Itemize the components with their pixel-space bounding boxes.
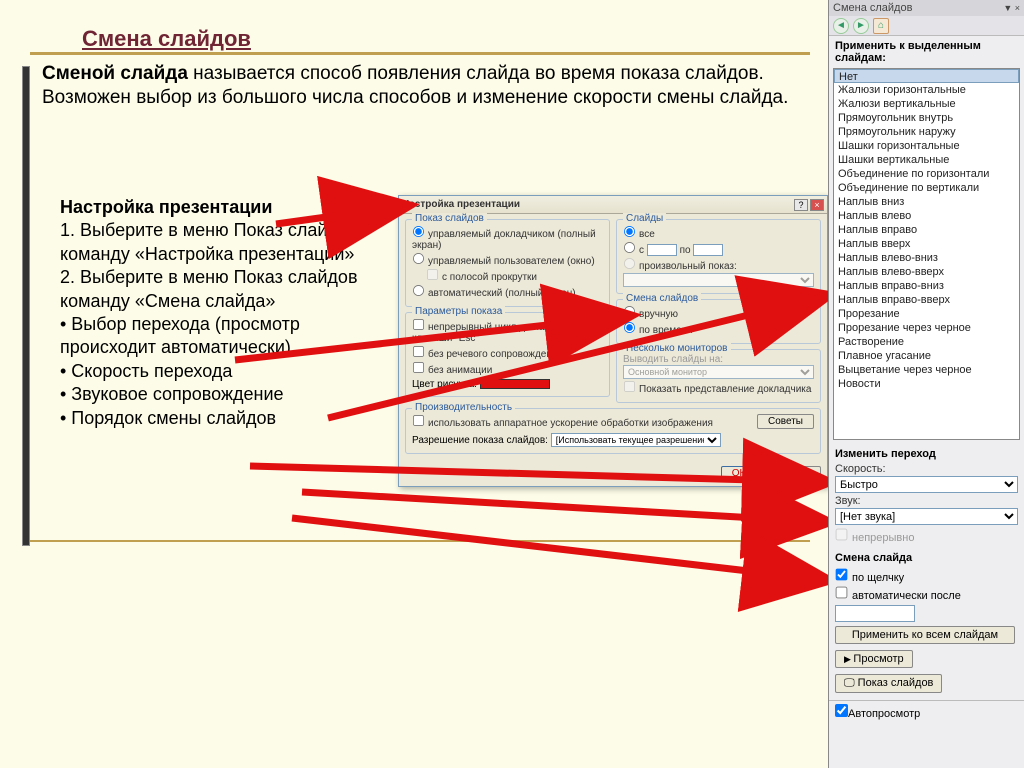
list-item[interactable]: Прямоугольник наружу	[834, 125, 1019, 139]
tips-button[interactable]: Советы	[757, 414, 814, 429]
checkbox-no-voice[interactable]: без речевого сопровождения	[412, 345, 603, 360]
checkbox-on-click[interactable]: по щелчку	[835, 572, 904, 584]
list-item[interactable]: Плавное угасание	[834, 349, 1019, 363]
help-icon[interactable]: ?	[794, 199, 808, 211]
checkbox-auto-after[interactable]: автоматически после	[835, 590, 961, 602]
transitions-list[interactable]: НетЖалюзи горизонтальныеЖалюзи вертикаль…	[833, 68, 1020, 440]
checkbox-loop-sound: непрерывно	[835, 532, 914, 544]
fieldset-legend: Слайды	[623, 213, 666, 224]
taskpane-dropdown-icon[interactable]: ▼ ×	[1003, 3, 1020, 13]
radio-timed[interactable]: по времени	[623, 321, 814, 336]
radio-range[interactable]: с по	[623, 241, 814, 256]
section-heading: Смена слайда	[829, 546, 1024, 566]
list-item[interactable]: Жалюзи горизонтальные	[834, 83, 1019, 97]
list-item[interactable]: Прорезание	[834, 307, 1019, 321]
checkbox-autopreview[interactable]: Автопросмотр	[835, 708, 920, 720]
fieldset-legend: Показ слайдов	[412, 213, 487, 224]
divider	[30, 540, 810, 542]
taskpane-title: Смена слайдов	[833, 2, 912, 14]
cancel-button[interactable]: Отмена	[763, 466, 821, 481]
list-item[interactable]: Наплыв влево-вниз	[834, 251, 1019, 265]
ok-button[interactable]: ОК	[721, 466, 757, 481]
divider	[30, 52, 810, 55]
pen-color-swatch[interactable]	[480, 379, 550, 389]
list-item[interactable]: Шашки горизонтальные	[834, 139, 1019, 153]
close-icon[interactable]: ×	[810, 199, 824, 211]
list-item[interactable]: Шашки вертикальные	[834, 153, 1019, 167]
task-pane: Смена слайдов ▼ × ◄ ► ⌂ Применить к выде…	[828, 0, 1024, 768]
list-item[interactable]: Наплыв влево-вверх	[834, 265, 1019, 279]
dialog-title: Настройка презентации	[402, 199, 520, 210]
radio-all-slides[interactable]: все	[623, 225, 814, 240]
slideshow-button[interactable]: 🖵 Показ слайдов	[835, 674, 942, 693]
radio-manual[interactable]: вручную	[623, 305, 814, 320]
list-item[interactable]: Наплыв вниз	[834, 195, 1019, 209]
list-item[interactable]: Прямоугольник внутрь	[834, 111, 1019, 125]
to-input[interactable]	[693, 244, 723, 256]
custom-show-select	[623, 273, 814, 287]
presentation-settings-dialog: Настройка презентации ? × Показ слайдов …	[398, 195, 828, 487]
apply-label: Применить к выделенным слайдам:	[829, 36, 1024, 66]
section-heading: Изменить переход	[829, 442, 1024, 462]
list-item[interactable]: Прорезание через черное	[834, 321, 1019, 335]
checkbox-loop[interactable]: непрерывный цикл до нажатия клавиши "Esc…	[412, 318, 603, 344]
instructions: Настройка презентации 1. Выберите в меню…	[60, 196, 380, 430]
checkbox-scrollbar: с полосой прокрутки	[412, 268, 603, 283]
apply-all-button[interactable]: Применить ко всем слайдам	[835, 626, 1015, 644]
list-item[interactable]: Наплыв вверх	[834, 237, 1019, 251]
list-item[interactable]: Наплыв влево	[834, 209, 1019, 223]
intro-text: Сменой слайда называется способ появлени…	[42, 62, 802, 110]
list-item[interactable]: Новости	[834, 377, 1019, 391]
list-item[interactable]: Наплыв вправо-вверх	[834, 293, 1019, 307]
radio-presenter[interactable]: управляемый докладчиком (полный экран)	[412, 225, 603, 251]
list-item[interactable]: Наплыв вправо-вниз	[834, 279, 1019, 293]
radio-user[interactable]: управляемый пользователем (окно)	[412, 252, 603, 267]
radio-custom: произвольный показ:	[623, 257, 814, 272]
preview-button[interactable]: Просмотр	[835, 650, 913, 668]
from-input[interactable]	[647, 244, 677, 256]
back-icon[interactable]: ◄	[833, 18, 849, 34]
fieldset-legend: Параметры показа	[412, 306, 505, 317]
list-item[interactable]: Выцветание через черное	[834, 363, 1019, 377]
home-icon[interactable]: ⌂	[873, 18, 889, 34]
fieldset-legend: Несколько мониторов	[623, 343, 731, 354]
speed-select[interactable]: Быстро	[835, 476, 1018, 493]
list-item[interactable]: Нет	[834, 69, 1019, 83]
list-item[interactable]: Жалюзи вертикальные	[834, 97, 1019, 111]
section-marker	[22, 66, 30, 546]
monitor-select: Основной монитор	[623, 365, 814, 379]
list-item[interactable]: Растворение	[834, 335, 1019, 349]
list-item[interactable]: Объединение по горизонтали	[834, 167, 1019, 181]
auto-after-input[interactable]	[835, 605, 915, 622]
list-item[interactable]: Наплыв вправо	[834, 223, 1019, 237]
resolution-select[interactable]: [Использовать текущее разрешение]	[551, 433, 721, 447]
list-item[interactable]: Объединение по вертикали	[834, 181, 1019, 195]
fieldset-legend: Смена слайдов	[623, 293, 701, 304]
fieldset-legend: Производительность	[412, 402, 515, 413]
radio-auto[interactable]: автоматический (полный экран)	[412, 284, 603, 299]
checkbox-presenter-view: Показать представление докладчика	[623, 380, 814, 395]
checkbox-hwaccel[interactable]: использовать аппаратное ускорение обрабо…	[412, 414, 713, 429]
checkbox-no-anim[interactable]: без анимации	[412, 361, 603, 376]
forward-icon[interactable]: ►	[853, 18, 869, 34]
page-title: Смена слайдов	[30, 26, 818, 52]
sound-select[interactable]: [Нет звука]	[835, 508, 1018, 525]
